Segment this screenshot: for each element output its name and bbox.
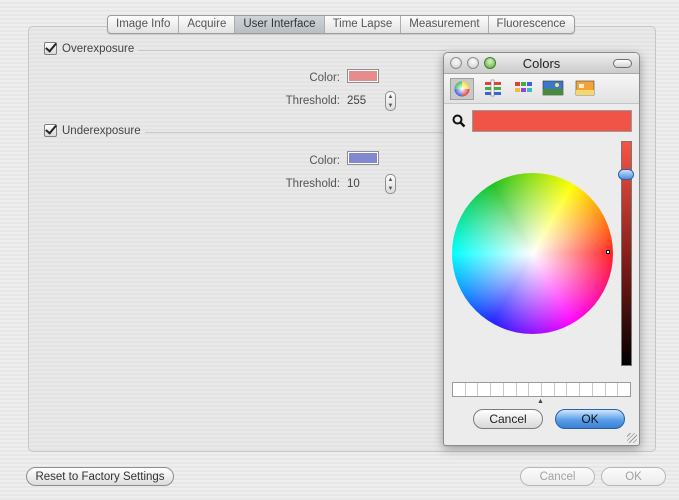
reset-factory-settings-button[interactable]: Reset to Factory Settings xyxy=(26,467,174,486)
overexposure-threshold-label: Threshold: xyxy=(285,95,340,107)
overexposure-color-well[interactable] xyxy=(347,69,379,83)
stepper-down-icon[interactable]: ▼ xyxy=(388,186,394,192)
eyedropper-icon[interactable] xyxy=(452,114,466,128)
toolbar-toggle-icon[interactable] xyxy=(613,59,632,68)
color-sliders-mode-button[interactable] xyxy=(482,78,506,100)
overexposure-checkbox[interactable] xyxy=(44,42,57,55)
stepper-up-icon[interactable]: ▲ xyxy=(388,177,394,183)
colors-panel: Colors ▲ Cancel OK xyxy=(443,52,640,446)
underexposure-row: Underexposure xyxy=(44,124,141,137)
colors-ok-button[interactable]: OK xyxy=(555,409,625,429)
underexposure-color-label: Color: xyxy=(309,155,340,167)
image-palettes-mode-button[interactable] xyxy=(542,78,566,100)
current-color-swatch[interactable] xyxy=(472,110,632,132)
underexposure-threshold-stepper[interactable]: ▲ ▼ xyxy=(385,174,396,194)
swatch-wells[interactable] xyxy=(452,382,631,397)
crayons-icon xyxy=(575,80,595,96)
underexposure-threshold-label: Threshold: xyxy=(285,178,340,190)
color-wheel-selector[interactable] xyxy=(606,250,610,254)
underexposure-checkbox[interactable] xyxy=(44,124,57,137)
crayons-mode-button[interactable] xyxy=(574,78,598,100)
underexposure-color-fill xyxy=(349,153,377,163)
ok-button[interactable]: OK xyxy=(601,467,666,486)
colors-panel-titlebar[interactable]: Colors xyxy=(444,53,639,74)
color-wheel-mode-button[interactable] xyxy=(450,78,474,100)
overexposure-divider xyxy=(138,50,446,51)
underexposure-color-well[interactable] xyxy=(347,151,379,165)
tab-fluorescence[interactable]: Fluorescence xyxy=(489,16,574,33)
swatch-well[interactable] xyxy=(504,383,517,396)
overexposure-label: Overexposure xyxy=(62,42,135,55)
underexposure-divider xyxy=(145,132,446,133)
stepper-up-icon[interactable]: ▲ xyxy=(388,94,394,100)
underexposure-label: Underexposure xyxy=(62,124,141,137)
tab-acquire[interactable]: Acquire xyxy=(179,16,236,33)
swatch-well[interactable] xyxy=(453,383,466,396)
swatch-well[interactable] xyxy=(567,383,581,396)
resize-grip-icon[interactable] xyxy=(627,433,637,443)
cancel-button[interactable]: Cancel xyxy=(520,467,595,486)
underexposure-threshold-value[interactable]: 10 xyxy=(347,178,360,190)
color-wheel[interactable] xyxy=(452,173,613,334)
tab-measurement[interactable]: Measurement xyxy=(401,16,489,33)
swatch-well[interactable] xyxy=(466,383,479,396)
colors-panel-title: Colors xyxy=(522,56,561,71)
colors-cancel-button[interactable]: Cancel xyxy=(473,409,543,429)
swatch-well[interactable] xyxy=(555,383,568,396)
swatch-well[interactable] xyxy=(618,383,630,396)
swatch-well[interactable] xyxy=(478,383,492,396)
swatch-well[interactable] xyxy=(580,383,593,396)
swatch-well[interactable] xyxy=(529,383,543,396)
image-palettes-icon xyxy=(542,80,564,96)
swatch-well[interactable] xyxy=(491,383,504,396)
color-wheel-icon xyxy=(454,81,470,97)
swatch-well[interactable] xyxy=(606,383,619,396)
tab-bar: Image Info Acquire User Interface Time L… xyxy=(107,15,575,34)
tab-time-lapse[interactable]: Time Lapse xyxy=(325,16,402,33)
swatch-drawer-handle-icon[interactable]: ▲ xyxy=(537,398,544,405)
color-palettes-icon xyxy=(515,82,532,92)
swatch-well[interactable] xyxy=(542,383,555,396)
stepper-down-icon[interactable]: ▼ xyxy=(388,103,394,109)
swatch-well[interactable] xyxy=(593,383,606,396)
overexposure-row: Overexposure xyxy=(44,42,134,55)
overexposure-threshold-value[interactable]: 255 xyxy=(347,95,366,107)
color-mode-toolbar xyxy=(444,74,639,104)
color-sliders-icon xyxy=(485,79,501,97)
tab-user-interface[interactable]: User Interface xyxy=(235,16,325,33)
color-palettes-mode-button[interactable] xyxy=(512,78,536,100)
overexposure-threshold-stepper[interactable]: ▲ ▼ xyxy=(385,91,396,111)
brightness-slider-knob[interactable] xyxy=(618,169,634,180)
overexposure-color-fill xyxy=(349,71,377,81)
swatch-well[interactable] xyxy=(517,383,530,396)
tab-image-info[interactable]: Image Info xyxy=(108,16,180,33)
overexposure-color-label: Color: xyxy=(309,72,340,84)
